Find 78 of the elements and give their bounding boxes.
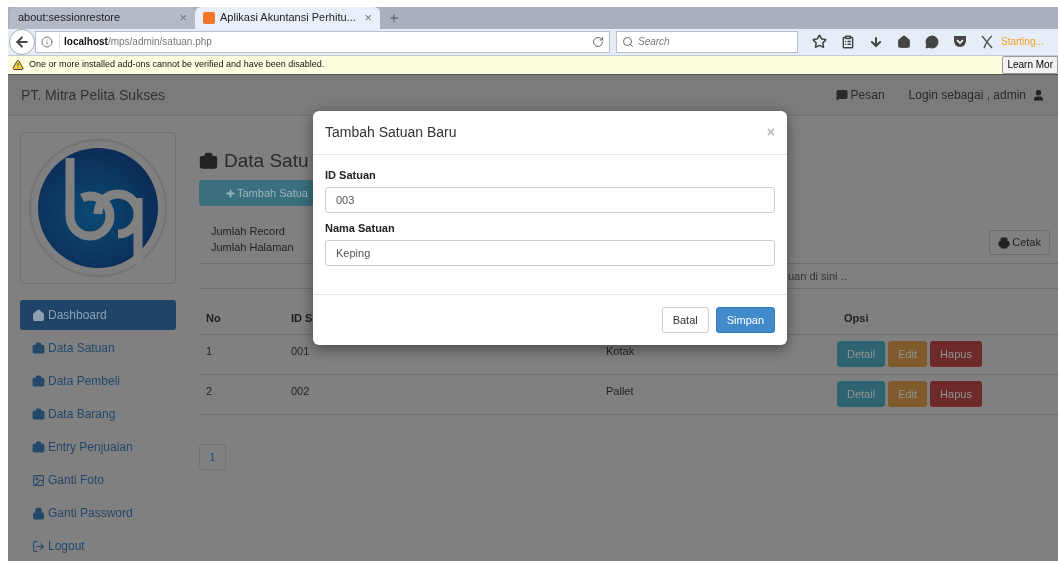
browser-tab[interactable]: about:sessionrestore × — [10, 6, 195, 29]
logout-icon — [32, 539, 45, 553]
reload-icon[interactable] — [592, 35, 604, 48]
table-cell: 001 — [291, 345, 310, 357]
column-header: Opsi — [844, 312, 869, 325]
page-button[interactable]: 1 — [199, 444, 226, 470]
search-placeholder: Search — [638, 35, 670, 50]
row-action-button[interactable]: Edit — [888, 381, 928, 407]
table-cell: Kotak — [606, 345, 635, 357]
url-text: localhost/mps/admin/satuan.php — [59, 34, 212, 50]
speech-bubble-icon — [835, 89, 848, 101]
sidebar-item[interactable]: Ganti Foto — [20, 465, 176, 495]
print-button[interactable]: Cetak — [989, 230, 1050, 255]
column-header: ID S — [291, 312, 313, 325]
home-icon[interactable] — [897, 34, 911, 49]
sidebar-item[interactable]: Data Pembeli — [20, 366, 176, 396]
printer-icon — [998, 236, 1011, 249]
sidebar-item[interactable]: Logout — [20, 531, 176, 561]
reading-list-icon[interactable] — [841, 34, 855, 49]
login-text: Login sebagai , admin — [908, 87, 1026, 104]
sidebar-item[interactable]: Data Satuan — [20, 333, 176, 363]
briefcase-icon — [199, 151, 218, 171]
briefcase-icon — [32, 341, 45, 355]
table-cell: 002 — [291, 385, 310, 397]
field-label: Nama Satuan — [325, 221, 396, 236]
tab-title: Aplikasi Akuntansi Perhitu... — [220, 10, 357, 26]
search-icon — [622, 35, 634, 48]
briefcase-icon — [32, 440, 45, 454]
sidebar-item[interactable]: Entry Penjualan — [20, 432, 176, 462]
chat-icon[interactable] — [925, 34, 939, 49]
pocket-icon[interactable] — [953, 35, 967, 49]
brand-title: PT. Mitra Pelita Sukses — [21, 85, 165, 105]
tab-close-button[interactable]: × — [179, 7, 187, 28]
page-title: Data Satu — [224, 148, 309, 173]
image-icon — [32, 473, 45, 487]
star-icon[interactable] — [812, 34, 827, 50]
table-cell: 2 — [206, 385, 213, 397]
browser-tab[interactable]: Aplikasi Akuntansi Perhitu... × — [195, 6, 380, 29]
user-icon — [1032, 88, 1045, 102]
row-action-button[interactable]: Hapus — [930, 341, 982, 367]
text-input[interactable]: 003 — [325, 187, 775, 213]
add-unit-button[interactable]: Tambah Satua — [199, 180, 313, 206]
plus-icon — [225, 187, 236, 199]
app-favicon-icon — [203, 11, 215, 24]
row-action-button[interactable]: Detail — [837, 381, 886, 407]
info-icon[interactable] — [41, 35, 53, 48]
notification-text: One or more installed add-ons cannot be verified and have been disabled. — [29, 58, 326, 72]
download-icon[interactable] — [869, 34, 883, 49]
table-cell: 1 — [206, 345, 213, 357]
messages-link[interactable]: Pesan — [835, 86, 885, 104]
dialog-button[interactable]: Batal — [661, 307, 709, 333]
url-field[interactable]: localhost/mps/admin/satuan.php — [35, 30, 610, 53]
info-label: Jumlah Record — [211, 224, 286, 239]
warning-icon — [12, 58, 24, 71]
dialog-button[interactable]: Simpan — [715, 307, 775, 333]
status-text: Starting... — [1001, 35, 1044, 50]
table-cell: Pallet — [606, 385, 634, 397]
text-input[interactable]: Keping — [325, 240, 775, 266]
info-label: Jumlah Halaman — [211, 240, 294, 255]
row-action-button[interactable]: Edit — [888, 341, 928, 367]
briefcase-icon — [32, 407, 45, 421]
back-button[interactable] — [9, 28, 35, 55]
lock-icon — [32, 506, 45, 520]
close-button[interactable]: × — [766, 122, 775, 143]
home-icon — [32, 308, 45, 322]
sidebar-item[interactable]: Data Barang — [20, 399, 176, 429]
tab-close-button[interactable]: × — [364, 7, 372, 28]
modal-title: Tambah Satuan Baru — [325, 123, 458, 142]
search-field[interactable]: Search — [616, 30, 798, 53]
column-header: No — [206, 312, 221, 325]
field-label: ID Satuan — [325, 168, 377, 183]
briefcase-icon — [32, 374, 45, 388]
sidebar-item[interactable]: Ganti Password — [20, 498, 176, 528]
row-action-button[interactable]: Detail — [837, 341, 886, 367]
tab-title: about:sessionrestore — [18, 10, 122, 26]
back-arrow-icon — [14, 33, 30, 50]
sidebar-item[interactable]: Dashboard — [20, 300, 176, 330]
row-action-button[interactable]: Hapus — [930, 381, 982, 407]
